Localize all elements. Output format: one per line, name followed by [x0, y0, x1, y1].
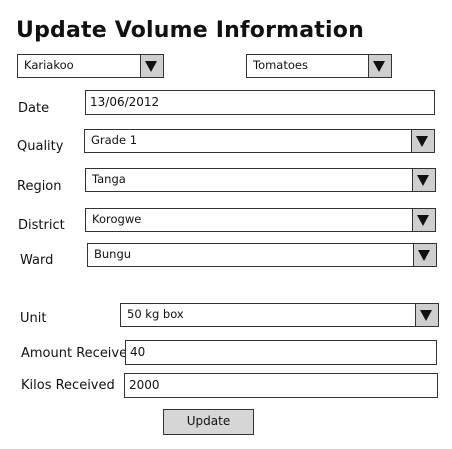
page-title: Update Volume Information — [16, 18, 364, 43]
amount-received-field[interactable]: 40 — [125, 340, 437, 365]
ward-value: Bungu — [94, 247, 132, 261]
chevron-down-icon[interactable] — [411, 207, 436, 232]
date-field[interactable]: 13/06/2012 — [85, 90, 435, 115]
chevron-down-icon[interactable] — [411, 167, 436, 192]
amount-received-label: Amount Received — [21, 346, 136, 361]
district-dropdown[interactable]: Korogwe — [85, 207, 436, 232]
update-button[interactable]: Update — [163, 409, 254, 435]
chevron-down-icon[interactable] — [414, 302, 439, 327]
chevron-down-icon[interactable] — [412, 242, 437, 267]
unit-value: 50 kg box — [127, 307, 184, 321]
unit-dropdown[interactable]: 50 kg box — [120, 302, 439, 327]
chevron-down-icon[interactable] — [367, 53, 392, 78]
quality-label: Quality — [17, 139, 64, 154]
chevron-down-icon[interactable] — [139, 53, 164, 78]
quality-value: Grade 1 — [91, 133, 138, 147]
district-label: District — [18, 218, 65, 233]
region-value: Tanga — [92, 172, 126, 186]
date-label: Date — [18, 101, 50, 116]
region-label: Region — [17, 179, 62, 194]
market-dropdown[interactable]: Kariakoo — [17, 53, 164, 78]
commodity-dropdown[interactable]: Tomatoes — [246, 53, 392, 78]
district-value: Korogwe — [92, 212, 142, 226]
unit-label: Unit — [20, 311, 47, 326]
chevron-down-icon[interactable] — [410, 128, 435, 153]
region-dropdown[interactable]: Tanga — [85, 167, 436, 192]
ward-dropdown[interactable]: Bungu — [87, 242, 437, 267]
kilos-received-label: Kilos Received — [21, 378, 115, 393]
ward-label: Ward — [20, 253, 54, 268]
quality-dropdown[interactable]: Grade 1 — [84, 128, 435, 153]
kilos-received-field[interactable]: 2000 — [124, 373, 438, 398]
